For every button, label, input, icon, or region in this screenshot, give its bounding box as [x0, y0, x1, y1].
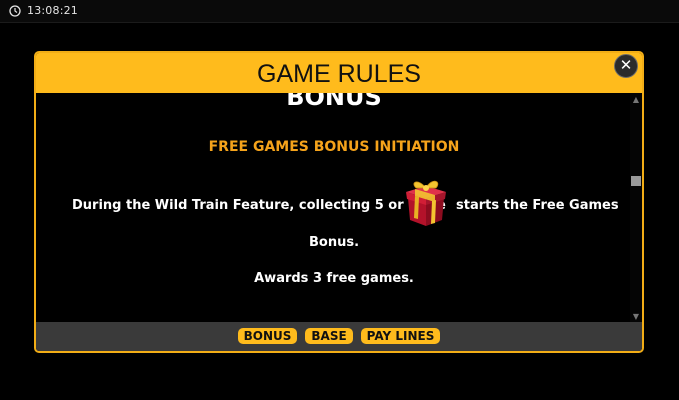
nav-base-button[interactable]: BASE — [305, 328, 353, 344]
status-bar: 13:08:21 — [0, 0, 679, 23]
rules-content[interactable]: BONUS FREE GAMES BONUS INITIATION During… — [36, 93, 632, 324]
dialog-header: GAME RULES ✕ — [36, 53, 642, 93]
rule-text-before-icon: During the Wild Train Feature, collectin… — [72, 198, 446, 213]
awards-text: Awards 3 free games. — [254, 271, 414, 286]
nav-pay-lines-button[interactable]: PAY LINES — [360, 328, 441, 344]
clock-icon — [9, 5, 21, 17]
rule-text-after-icon: starts the Free Games — [456, 198, 619, 213]
scroll-thumb[interactable] — [631, 176, 641, 186]
scroll-up-arrow-icon[interactable]: ▲ — [630, 95, 642, 105]
nav-bonus-button[interactable]: BONUS — [237, 328, 298, 344]
clock-time: 13:08:21 — [27, 4, 79, 17]
game-rules-dialog: GAME RULES ✕ BONUS FREE GAMES BONUS INIT… — [34, 51, 644, 353]
gift-box-icon — [406, 180, 446, 226]
bonus-initiation-heading: FREE GAMES BONUS INITIATION — [208, 139, 460, 155]
dialog-footer: BONUS BASE PAY LINES — [36, 322, 642, 351]
section-title: BONUS — [286, 93, 382, 111]
rules-nav: BONUS BASE PAY LINES — [36, 328, 642, 344]
rule-text-wrap: Bonus. — [308, 235, 360, 250]
scroll-down-arrow-icon[interactable]: ▼ — [630, 312, 642, 322]
close-button[interactable]: ✕ — [614, 54, 638, 78]
scrollbar[interactable]: ▲ ▼ — [630, 93, 642, 324]
dialog-title: GAME RULES — [257, 60, 421, 88]
